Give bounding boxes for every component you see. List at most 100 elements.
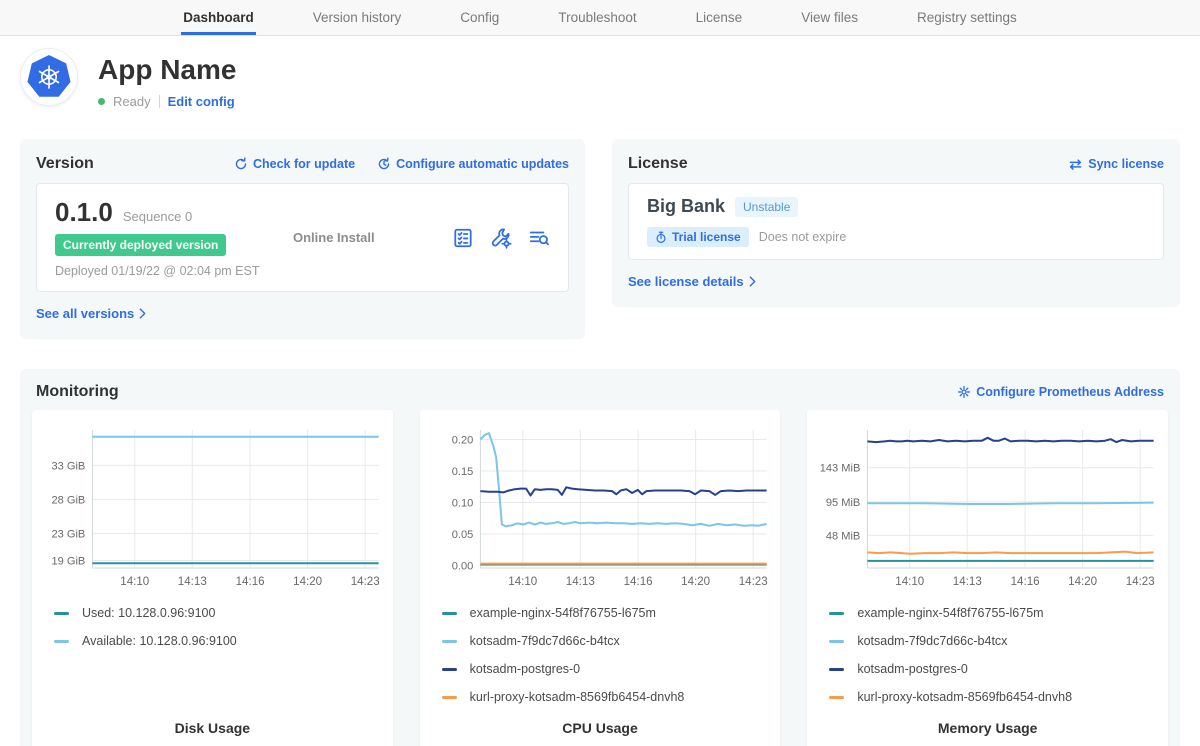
svg-text:28 GiB: 28 GiB <box>51 494 85 506</box>
deployed-timestamp: Deployed 01/19/22 @ 02:04 pm EST <box>55 264 293 278</box>
svg-text:14:13: 14:13 <box>178 576 207 588</box>
tab-license[interactable]: License <box>694 3 745 35</box>
legend-swatch <box>54 640 69 643</box>
legend-label: kotsadm-postgres-0 <box>857 662 967 676</box>
stopwatch-icon <box>655 231 667 244</box>
legend-swatch <box>829 696 844 699</box>
sync-license-button[interactable]: Sync license <box>1068 157 1164 171</box>
cpu-usage-chart: 0.000.050.100.150.2014:1014:1314:1614:20… <box>430 422 771 594</box>
app-avatar <box>20 48 78 106</box>
channel-badge: Unstable <box>735 197 798 217</box>
tab-dashboard[interactable]: Dashboard <box>181 3 256 35</box>
legend-label: example-nginx-54f8f76755-l675m <box>470 606 656 620</box>
svg-text:14:23: 14:23 <box>738 576 767 588</box>
svg-text:14:10: 14:10 <box>896 576 925 588</box>
view-deploy-logs-button[interactable] <box>528 227 550 249</box>
disk-usage-chart: 19 GiB23 GiB28 GiB33 GiB14:1014:1314:161… <box>42 422 383 594</box>
tab-registry-settings[interactable]: Registry settings <box>915 3 1019 35</box>
preflight-checks-button[interactable] <box>452 227 474 249</box>
status-dot <box>98 98 105 105</box>
disk-usage-chart-card: 19 GiB23 GiB28 GiB33 GiB14:1014:1314:161… <box>32 410 393 746</box>
app-header: App Name Ready Edit config <box>20 48 1180 109</box>
clock-refresh-icon <box>377 157 391 171</box>
svg-text:23 GiB: 23 GiB <box>51 528 85 540</box>
legend-swatch <box>829 612 844 615</box>
chevron-right-icon <box>139 308 146 319</box>
legend-item: kurl-proxy-kotsadm-8569fb6454-dnvh8 <box>442 690 771 704</box>
memory-usage-chart-card: 48 MiB 95 MiB 143 MiB 14:10 14:13 14:16 14:20 1… <box>807 410 1168 746</box>
cpu-usage-legend: example-nginx-54f8f76755-l675m kotsadm-7f… <box>442 606 771 718</box>
svg-text:14:13: 14:13 <box>953 576 982 588</box>
legend-swatch <box>829 668 844 671</box>
see-license-details-link[interactable]: See license details <box>628 274 756 289</box>
svg-text:14:20: 14:20 <box>1069 576 1098 588</box>
legend-item: example-nginx-54f8f76755-l675m <box>829 606 1158 620</box>
license-title: License <box>628 155 688 173</box>
monitoring-panel: Monitoring Configure Prometheus Address … <box>20 369 1180 746</box>
license-panel: License Sync license Big Bank Unstable <box>612 139 1180 307</box>
svg-text:14:20: 14:20 <box>293 576 322 588</box>
svg-text:95 MiB: 95 MiB <box>826 497 860 509</box>
svg-text:14:16: 14:16 <box>1011 576 1040 588</box>
cpu-usage-chart-card: 0.000.050.100.150.2014:1014:1314:1614:20… <box>420 410 781 746</box>
top-nav: Dashboard Version history Config Trouble… <box>0 0 1200 36</box>
memory-usage-legend: example-nginx-54f8f76755-l675mkotsadm-7f… <box>829 606 1158 718</box>
svg-text:14:13: 14:13 <box>565 576 594 588</box>
license-type-badge: Trial license <box>647 227 749 247</box>
legend-label: kotsadm-postgres-0 <box>470 662 580 676</box>
legend-label: kotsadm-7f9dc7d66c-b4tcx <box>470 634 620 648</box>
svg-text:48 MiB: 48 MiB <box>826 530 860 542</box>
legend-item: kotsadm-postgres-0 <box>442 662 771 676</box>
deployed-badge: Currently deployed version <box>55 234 226 256</box>
configure-automatic-updates-button[interactable]: Configure automatic updates <box>377 157 569 171</box>
svg-text:19 GiB: 19 GiB <box>51 556 85 568</box>
chevron-right-icon <box>749 276 756 287</box>
refresh-icon <box>234 157 248 171</box>
chart-title: Disk Usage <box>42 720 383 736</box>
tab-view-files[interactable]: View files <box>799 3 860 35</box>
tab-troubleshoot[interactable]: Troubleshoot <box>556 3 638 35</box>
svg-text:143 MiB: 143 MiB <box>820 463 861 475</box>
license-expiry: Does not expire <box>759 230 847 244</box>
svg-text:14:23: 14:23 <box>351 576 380 588</box>
svg-text:14:16: 14:16 <box>236 576 265 588</box>
sequence-label: Sequence 0 <box>123 209 192 224</box>
status-text: Ready <box>113 94 151 109</box>
svg-text:14:23: 14:23 <box>1126 576 1155 588</box>
configure-prometheus-button[interactable]: Configure Prometheus Address <box>957 385 1164 399</box>
legend-label: Used: 10.128.0.96:9100 <box>82 606 215 620</box>
svg-text:0.15: 0.15 <box>451 466 473 478</box>
memory-usage-chart: 48 MiB 95 MiB 143 MiB 14:10 14:13 14:16 14:20 1… <box>817 422 1158 594</box>
wrench-gear-icon <box>490 227 512 249</box>
svg-text:14:10: 14:10 <box>120 576 149 588</box>
edit-config-version-button[interactable] <box>490 227 512 249</box>
legend-label: kurl-proxy-kotsadm-8569fb6454-dnvh8 <box>857 690 1072 704</box>
legend-item: kotsadm-postgres-0 <box>829 662 1158 676</box>
legend-swatch <box>442 640 457 643</box>
svg-text:0.05: 0.05 <box>451 529 473 541</box>
tab-config[interactable]: Config <box>458 3 501 35</box>
checklist-icon <box>452 227 474 249</box>
legend-item: kotsadm-7f9dc7d66c-b4tcx <box>442 634 771 648</box>
install-type-label: Online Install <box>293 230 452 245</box>
legend-swatch <box>442 612 457 615</box>
version-title: Version <box>36 155 94 173</box>
divider <box>159 95 160 108</box>
svg-text:0.00: 0.00 <box>451 561 473 573</box>
legend-swatch <box>442 668 457 671</box>
legend-swatch <box>829 640 844 643</box>
see-all-versions-link[interactable]: See all versions <box>36 306 146 321</box>
kubernetes-icon <box>27 55 71 99</box>
version-number: 0.1.0 <box>55 197 113 228</box>
page-title: App Name <box>98 54 236 86</box>
svg-text:0.20: 0.20 <box>451 434 473 446</box>
legend-swatch <box>54 612 69 615</box>
svg-text:14:20: 14:20 <box>681 576 710 588</box>
legend-swatch <box>442 696 457 699</box>
tab-version-history[interactable]: Version history <box>311 3 404 35</box>
monitoring-title: Monitoring <box>36 383 119 401</box>
legend-label: kurl-proxy-kotsadm-8569fb6454-dnvh8 <box>470 690 685 704</box>
edit-config-link[interactable]: Edit config <box>168 94 235 109</box>
check-for-update-button[interactable]: Check for update <box>234 157 355 171</box>
svg-text:14:16: 14:16 <box>623 576 652 588</box>
